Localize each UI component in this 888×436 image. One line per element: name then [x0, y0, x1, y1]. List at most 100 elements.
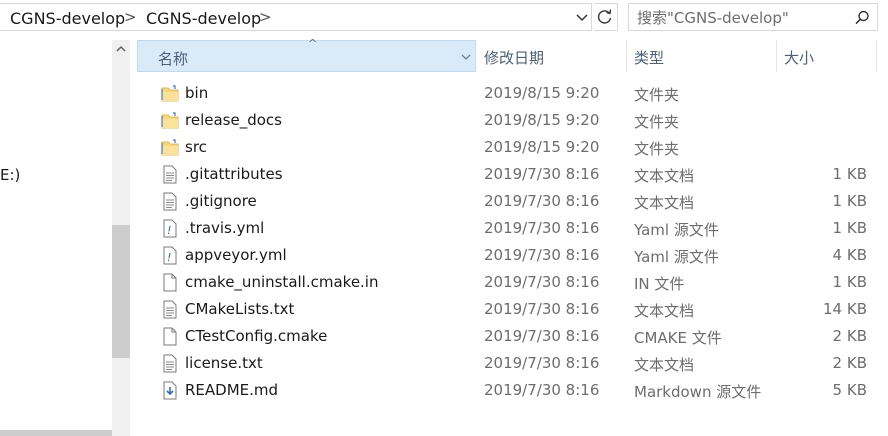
file-row[interactable]: release_docs 2019/8/15 9:20 文件夹 [137, 107, 877, 134]
generic-file-icon [161, 273, 179, 292]
file-name[interactable]: bin [185, 84, 208, 102]
file-name[interactable]: CMakeLists.txt [185, 300, 294, 318]
file-modified-date: 2019/7/30 8:16 [484, 381, 600, 399]
file-size: 1 KB [832, 165, 867, 183]
file-row[interactable]: cmake_uninstall.cmake.in 2019/7/30 8:16 IN… [137, 269, 877, 296]
yaml-file-icon: ! [161, 219, 179, 238]
file-modified-date: 2019/7/30 8:16 [484, 246, 600, 264]
file-name[interactable]: .gitignore [185, 192, 257, 210]
column-header-type[interactable]: 类型 [627, 40, 777, 72]
breadcrumb-current[interactable]: CGNS-develop [146, 9, 261, 28]
file-type: 文本文档 [634, 167, 695, 185]
file-modified-date: 2019/8/15 9:20 [484, 84, 600, 102]
file-size: 14 KB [823, 300, 867, 318]
column-header-date[interactable]: 修改日期 [476, 40, 627, 72]
file-name[interactable]: .gitattributes [185, 165, 283, 183]
file-row[interactable]: ! .travis.yml 2019/7/30 8:16 Yaml 源文件 1 KB [137, 215, 877, 242]
file-row[interactable]: license.txt 2019/7/30 8:16 文本文档 2 KB [137, 350, 877, 377]
nav-item-drive[interactable]: E:) [0, 166, 20, 184]
file-modified-date: 2019/7/30 8:16 [484, 219, 600, 237]
file-list: bin 2019/8/15 9:20 文件夹 release_docs 2019/8/1… [137, 80, 877, 404]
nav-horizontal-scrollbar[interactable] [0, 430, 112, 436]
file-size: 4 KB [832, 246, 867, 264]
yaml-file-icon: ! [161, 246, 179, 265]
breadcrumb-root[interactable]: CGNS-develop [10, 9, 125, 28]
file-name[interactable]: cmake_uninstall.cmake.in [185, 273, 378, 291]
file-modified-date: 2019/7/30 8:16 [484, 165, 600, 183]
file-name[interactable]: src [185, 138, 207, 156]
sort-ascending-icon: ^ [308, 37, 318, 50]
file-row[interactable]: CMakeLists.txt 2019/7/30 8:16 文本文档 14 KB [137, 296, 877, 323]
file-modified-date: 2019/8/15 9:20 [484, 138, 600, 156]
file-name[interactable]: CTestConfig.cmake [185, 327, 327, 345]
file-type: 文件夹 [634, 86, 680, 104]
chevron-down-icon[interactable] [574, 10, 590, 26]
file-type: 文件夹 [634, 140, 680, 158]
file-type: 文本文档 [634, 302, 695, 320]
file-type: IN 文件 [634, 275, 685, 293]
address-toolbar: CGNS-develop > CGNS-develop > [0, 0, 888, 36]
file-row[interactable]: bin 2019/8/15 9:20 文件夹 [137, 80, 877, 107]
navigation-pane[interactable]: E:) [0, 36, 132, 436]
chevron-down-icon[interactable] [460, 51, 472, 63]
scroll-up-icon[interactable] [116, 44, 126, 54]
file-row[interactable]: .gitignore 2019/7/30 8:16 文本文档 1 KB [137, 188, 877, 215]
file-modified-date: 2019/7/30 8:16 [484, 300, 600, 318]
svg-text:!: ! [167, 224, 171, 237]
file-size: 5 KB [832, 381, 867, 399]
refresh-button[interactable] [594, 3, 618, 31]
file-modified-date: 2019/7/30 8:16 [484, 354, 600, 372]
text-file-icon [161, 300, 179, 319]
column-header-name-label: 名称 [158, 50, 189, 68]
folder-icon [161, 111, 179, 130]
text-file-icon [161, 192, 179, 211]
file-type: 文本文档 [634, 194, 695, 212]
file-type: CMAKE 文件 [634, 329, 722, 347]
refresh-icon [597, 9, 612, 24]
search-box[interactable] [628, 3, 878, 31]
file-row[interactable]: src 2019/8/15 9:20 文件夹 [137, 134, 877, 161]
file-modified-date: 2019/7/30 8:16 [484, 273, 600, 291]
file-modified-date: 2019/7/30 8:16 [484, 192, 600, 210]
file-type: Markdown 源文件 [634, 383, 762, 401]
search-icon[interactable] [853, 9, 871, 27]
nav-scrollbar-thumb[interactable] [112, 225, 130, 358]
folder-icon [161, 84, 179, 103]
file-size: 1 KB [832, 219, 867, 237]
file-size: 2 KB [832, 327, 867, 345]
generic-file-icon [161, 327, 179, 346]
file-name[interactable]: release_docs [185, 111, 282, 129]
file-name[interactable]: README.md [185, 381, 278, 399]
file-size: 2 KB [832, 354, 867, 372]
column-header-name[interactable]: ^ 名称 [137, 37, 476, 72]
file-name[interactable]: license.txt [185, 354, 263, 372]
file-type: 文本文档 [634, 356, 695, 374]
text-file-icon [161, 165, 179, 184]
svg-text:!: ! [167, 251, 171, 264]
file-row[interactable]: .gitattributes 2019/7/30 8:16 文本文档 1 KB [137, 161, 877, 188]
column-header-date-label: 修改日期 [484, 49, 545, 67]
address-bar[interactable]: CGNS-develop > CGNS-develop > [0, 3, 592, 31]
breadcrumb-separator[interactable]: > [259, 8, 272, 26]
nav-scrollbar[interactable] [112, 40, 130, 436]
file-modified-date: 2019/7/30 8:16 [484, 327, 600, 345]
column-header-type-label: 类型 [634, 49, 665, 67]
text-file-icon [161, 354, 179, 373]
file-size: 1 KB [832, 192, 867, 210]
file-name[interactable]: .travis.yml [185, 219, 264, 237]
file-name[interactable]: appveyor.yml [185, 246, 287, 264]
column-header-size-label: 大小 [784, 49, 815, 67]
breadcrumb-separator[interactable]: > [124, 8, 137, 26]
file-modified-date: 2019/8/15 9:20 [484, 111, 600, 129]
file-row[interactable]: ! appveyor.yml 2019/7/30 8:16 Yaml 源文件 4 KB [137, 242, 877, 269]
markdown-file-icon [161, 381, 179, 400]
file-type: 文件夹 [634, 113, 680, 131]
file-row[interactable]: README.md 2019/7/30 8:16 Markdown 源文件 5 KB [137, 377, 877, 404]
file-row[interactable]: CTestConfig.cmake 2019/7/30 8:16 CMAKE 文件 2… [137, 323, 877, 350]
search-input[interactable] [637, 8, 847, 28]
file-type: Yaml 源文件 [634, 248, 719, 266]
column-header-size[interactable]: 大小 [777, 40, 877, 72]
folder-icon [161, 138, 179, 157]
file-size: 1 KB [832, 273, 867, 291]
file-type: Yaml 源文件 [634, 221, 719, 239]
